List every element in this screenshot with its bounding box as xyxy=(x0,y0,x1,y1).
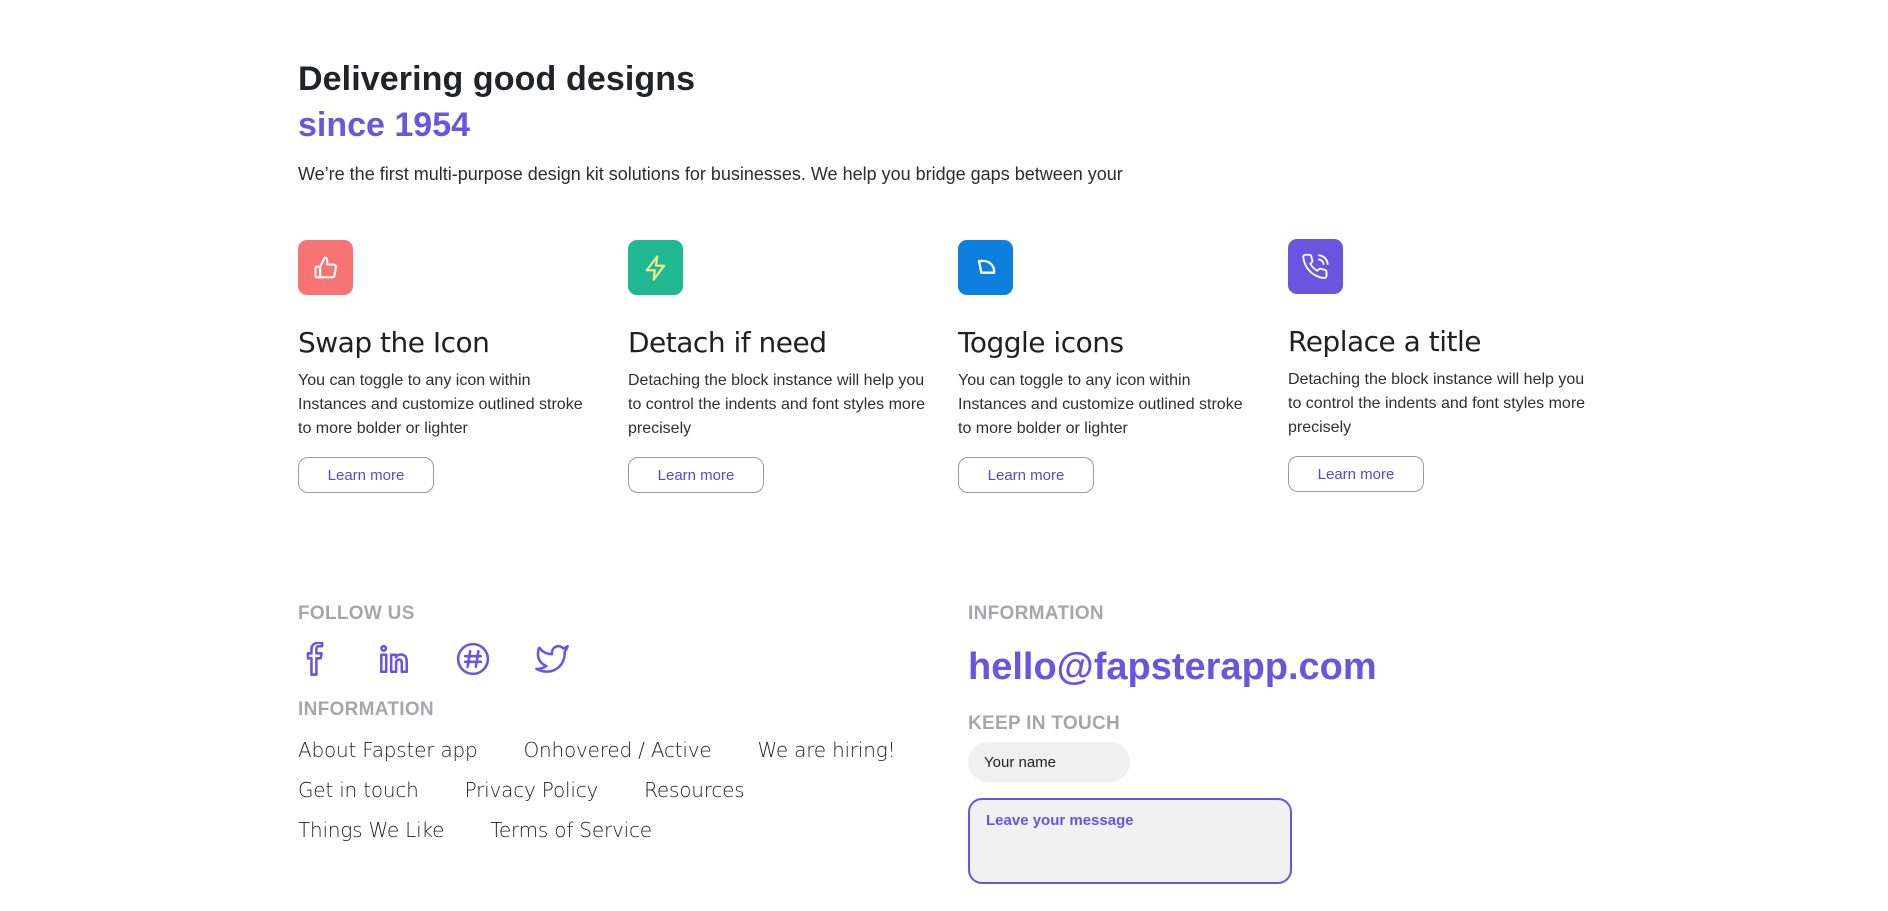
social-links xyxy=(298,640,941,678)
twitter-link[interactable] xyxy=(535,642,569,676)
footer-link-terms[interactable]: Terms of Service xyxy=(490,818,652,842)
thumbs-up-icon xyxy=(313,255,337,278)
information-label: INFORMATION xyxy=(298,699,434,720)
information-label: INFORMATION xyxy=(968,603,1104,624)
hero-title: Delivering good designs xyxy=(298,60,696,98)
feature-title: Detach if need xyxy=(628,326,827,359)
footer-link-hiring[interactable]: We are hiring! xyxy=(758,738,896,762)
footer-link-resources[interactable]: Resources xyxy=(644,778,745,802)
page: Delivering good designs since 1954 We’re… xyxy=(0,0,1888,911)
quarter-circle-icon xyxy=(977,259,995,274)
slack-link[interactable] xyxy=(456,642,490,676)
facebook-link[interactable] xyxy=(298,642,332,676)
footer-links-row: Things We Like Terms of Service xyxy=(298,810,941,850)
footer-link-privacy[interactable]: Privacy Policy xyxy=(465,778,599,802)
footer-link-things-we-like[interactable]: Things We Like xyxy=(298,818,444,842)
feature-card: Replace a title Detaching the block inst… xyxy=(1288,239,1588,492)
hero-subtitle: since 1954 xyxy=(298,106,471,144)
hero-description: We’re the first multi-purpose design kit… xyxy=(298,164,1123,184)
follow-us-label: FOLLOW US xyxy=(298,603,415,624)
features-section: Swap the Icon You can toggle to any icon… xyxy=(298,239,1638,500)
feature-icon-box xyxy=(298,240,353,295)
contact-email[interactable]: hello@fapsterapp.com xyxy=(968,644,1377,690)
learn-more-button[interactable]: Learn more xyxy=(958,457,1094,493)
feature-title: Swap the Icon xyxy=(298,326,490,359)
learn-more-button[interactable]: Learn more xyxy=(1288,456,1424,492)
footer-links-row: Get in touch Privacy Policy Resources xyxy=(298,770,941,810)
feature-icon-box xyxy=(958,240,1013,295)
learn-more-button[interactable]: Learn more xyxy=(628,457,764,493)
footer-link-get-in-touch[interactable]: Get in touch xyxy=(298,778,419,802)
feature-text: You can toggle to any icon within Instan… xyxy=(298,372,583,437)
footer-links-row: About Fapster app Onhovered / Active We … xyxy=(298,730,941,770)
linkedin-link[interactable] xyxy=(377,642,411,676)
footer-right: INFORMATION hello@fapsterapp.com KEEP IN… xyxy=(968,602,1377,889)
lightning-icon xyxy=(645,254,665,281)
footer-link-onhovered[interactable]: Onhovered / Active xyxy=(524,738,712,762)
feature-icon-box xyxy=(1288,239,1343,294)
keep-in-touch-label: KEEP IN TOUCH xyxy=(968,713,1121,734)
footer-left: FOLLOW US INFORMATION About Fapster app … xyxy=(298,602,941,850)
slack-icon xyxy=(456,642,490,676)
learn-more-button[interactable]: Learn more xyxy=(298,457,434,493)
feature-text: Detaching the block instance will help y… xyxy=(628,372,926,437)
feature-text: Detaching the block instance will help y… xyxy=(1288,371,1586,436)
footer-link-about[interactable]: About Fapster app xyxy=(298,738,478,762)
feature-card: Swap the Icon You can toggle to any icon… xyxy=(298,240,598,493)
feature-title: Replace a title xyxy=(1288,325,1481,358)
footer-links: About Fapster app Onhovered / Active We … xyxy=(298,730,941,850)
feature-icon-box xyxy=(628,240,683,295)
linkedin-icon xyxy=(379,644,409,674)
hero-section: Delivering good designs since 1954 We’re… xyxy=(298,56,1123,186)
phone-call-icon xyxy=(1301,253,1329,279)
feature-title: Toggle icons xyxy=(958,326,1124,359)
name-input[interactable] xyxy=(968,742,1130,782)
message-input[interactable] xyxy=(968,798,1292,884)
twitter-icon xyxy=(535,644,569,673)
feature-text: You can toggle to any icon within Instan… xyxy=(958,372,1243,437)
feature-card: Toggle icons You can toggle to any icon … xyxy=(958,240,1258,493)
facebook-icon xyxy=(306,642,324,676)
feature-card: Detach if need Detaching the block insta… xyxy=(628,240,928,493)
